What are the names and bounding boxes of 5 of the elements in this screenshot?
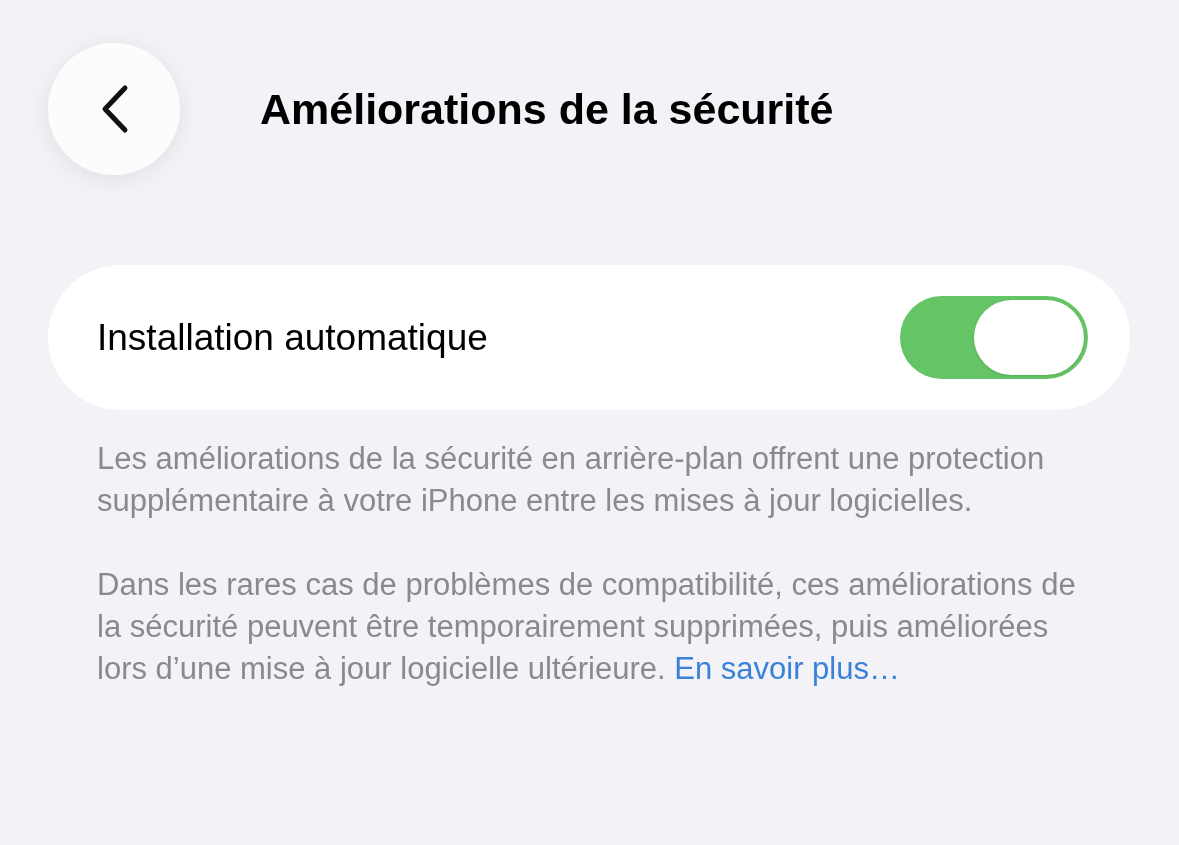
footer-text: Dans les rares cas de problèmes de compatibilité, ces améliorations de la sécurité peuvent être temporairement supprimées, puis améliorées lors d’une mise à jour logicielle ultérieure. En savoir plus… — [97, 566, 1077, 688]
footer-text: Les améliorations de la sécurité en arrière-plan offrent une protection supplémentaire à votre iPhone entre les mises à jour logicielles. — [97, 440, 1046, 520]
learn-more-link[interactable]: En savoir plus… — [674, 651, 900, 686]
page-title: Améliorations de la sécurité — [260, 83, 834, 135]
setting-label: Installation automatique — [97, 315, 488, 360]
